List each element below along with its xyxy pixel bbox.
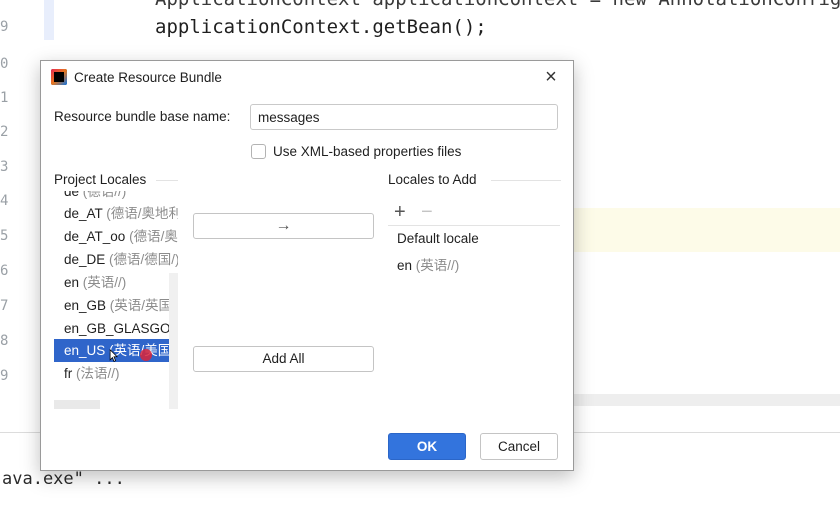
line-number: 0 bbox=[0, 56, 9, 72]
locale-code: de_AT bbox=[64, 206, 103, 221]
locale-code: de bbox=[64, 191, 80, 199]
toolbar-divider bbox=[388, 225, 560, 226]
locale-hint: (法语//) bbox=[76, 366, 120, 381]
locales-list-horizontal-scrollbar[interactable] bbox=[54, 400, 100, 409]
project-locales-title: Project Locales bbox=[54, 172, 147, 187]
project-locales-list[interactable]: de (德语//) de_AT (德语/奥地利) de_AT_oo (德语/奥地… bbox=[54, 191, 178, 409]
locale-code: fr bbox=[64, 366, 73, 381]
locales-to-add-title: Locales to Add bbox=[388, 172, 477, 187]
cancel-button[interactable]: Cancel bbox=[480, 433, 558, 460]
locale-item-en[interactable]: en (英语//) bbox=[54, 271, 178, 294]
locale-item-en-gb-glasgow[interactable]: en_GB_GLASGOW bbox=[54, 317, 178, 340]
line-number: 2 bbox=[0, 124, 9, 140]
locale-item-en-gb[interactable]: en_GB (英语/英国/) bbox=[54, 294, 178, 317]
locale-hint: (英语//) bbox=[415, 258, 460, 273]
add-locale-item-en[interactable]: en (英语//) bbox=[397, 254, 459, 274]
line-number: 8 bbox=[0, 333, 9, 349]
add-all-button[interactable]: Add All bbox=[193, 346, 374, 372]
base-name-input[interactable] bbox=[250, 104, 558, 130]
locales-list-vertical-scrollbar[interactable] bbox=[169, 273, 178, 409]
locale-hint: (英语//) bbox=[82, 275, 127, 290]
section-divider bbox=[156, 180, 178, 181]
line-number: 1 bbox=[0, 90, 9, 106]
code-line[interactable]: applicationContext.getBean(); bbox=[155, 16, 487, 38]
locale-code: de_DE bbox=[64, 252, 106, 267]
line-number: 9 bbox=[0, 19, 9, 35]
locale-code: en_GB_GLASGOW bbox=[64, 321, 178, 336]
ok-button[interactable]: OK bbox=[388, 433, 466, 460]
dialog-title: Create Resource Bundle bbox=[74, 70, 222, 85]
editor-horizontal-scrollbar[interactable] bbox=[574, 394, 840, 406]
line-number: 4 bbox=[0, 193, 9, 209]
locale-code: Default locale bbox=[397, 231, 479, 246]
locale-item-de-at[interactable]: de_AT (德语/奥地利) bbox=[54, 202, 178, 225]
locale-hint: (德语/奥地利/oo) bbox=[129, 229, 178, 244]
line-number: 3 bbox=[0, 159, 9, 175]
line-number: 9 bbox=[0, 368, 9, 384]
locale-code: en_GB bbox=[64, 298, 107, 313]
remove-icon[interactable]: − bbox=[421, 201, 433, 223]
current-line-highlight bbox=[574, 208, 840, 252]
line-number: 6 bbox=[0, 263, 9, 279]
locale-code: en_US bbox=[64, 343, 106, 358]
add-icon[interactable]: + bbox=[394, 201, 406, 223]
locale-code: en bbox=[64, 275, 80, 290]
locale-item-de-de[interactable]: de_DE (德语/德国/) bbox=[54, 248, 178, 271]
xml-properties-label[interactable]: Use XML-based properties files bbox=[273, 144, 461, 159]
locale-item-fr[interactable]: fr (法语//) bbox=[54, 362, 178, 385]
move-right-button[interactable]: → bbox=[193, 213, 374, 239]
add-locale-item-default[interactable]: Default locale bbox=[397, 231, 479, 246]
base-name-label: Resource bundle base name: bbox=[54, 109, 231, 124]
intellij-icon bbox=[51, 69, 67, 85]
mouse-pointer-icon bbox=[109, 349, 119, 362]
locale-code: en bbox=[397, 258, 413, 273]
close-icon[interactable]: × bbox=[539, 65, 563, 89]
section-divider bbox=[491, 180, 561, 181]
console-output: ava.exe" ... bbox=[2, 469, 125, 489]
gutter-change-marker bbox=[44, 0, 54, 40]
locale-item-de-at-oo[interactable]: de_AT_oo (德语/奥地利/oo) bbox=[54, 225, 178, 248]
click-indicator-icon bbox=[140, 349, 152, 361]
code-text: applicationContext.getBean(); bbox=[155, 16, 487, 38]
locale-hint: (德语//) bbox=[82, 191, 127, 199]
xml-properties-checkbox[interactable] bbox=[251, 144, 266, 159]
code-line-partial[interactable]: ApplicationContext applicationContext = … bbox=[155, 0, 840, 10]
locale-hint: (英语/英国/) bbox=[109, 298, 178, 313]
line-number: 7 bbox=[0, 298, 9, 314]
dialog-titlebar[interactable]: Create Resource Bundle × bbox=[41, 61, 573, 95]
locales-to-add-toolbar: + − bbox=[388, 201, 560, 225]
locale-hint: (德语/奥地利) bbox=[106, 206, 178, 221]
line-number: 5 bbox=[0, 228, 9, 244]
locale-hint: (德语/德国/) bbox=[109, 252, 178, 267]
create-resource-bundle-dialog: Create Resource Bundle × Resource bundle… bbox=[40, 60, 574, 471]
arrow-right-icon: → bbox=[275, 217, 292, 234]
locale-code: de_AT_oo bbox=[64, 229, 126, 244]
